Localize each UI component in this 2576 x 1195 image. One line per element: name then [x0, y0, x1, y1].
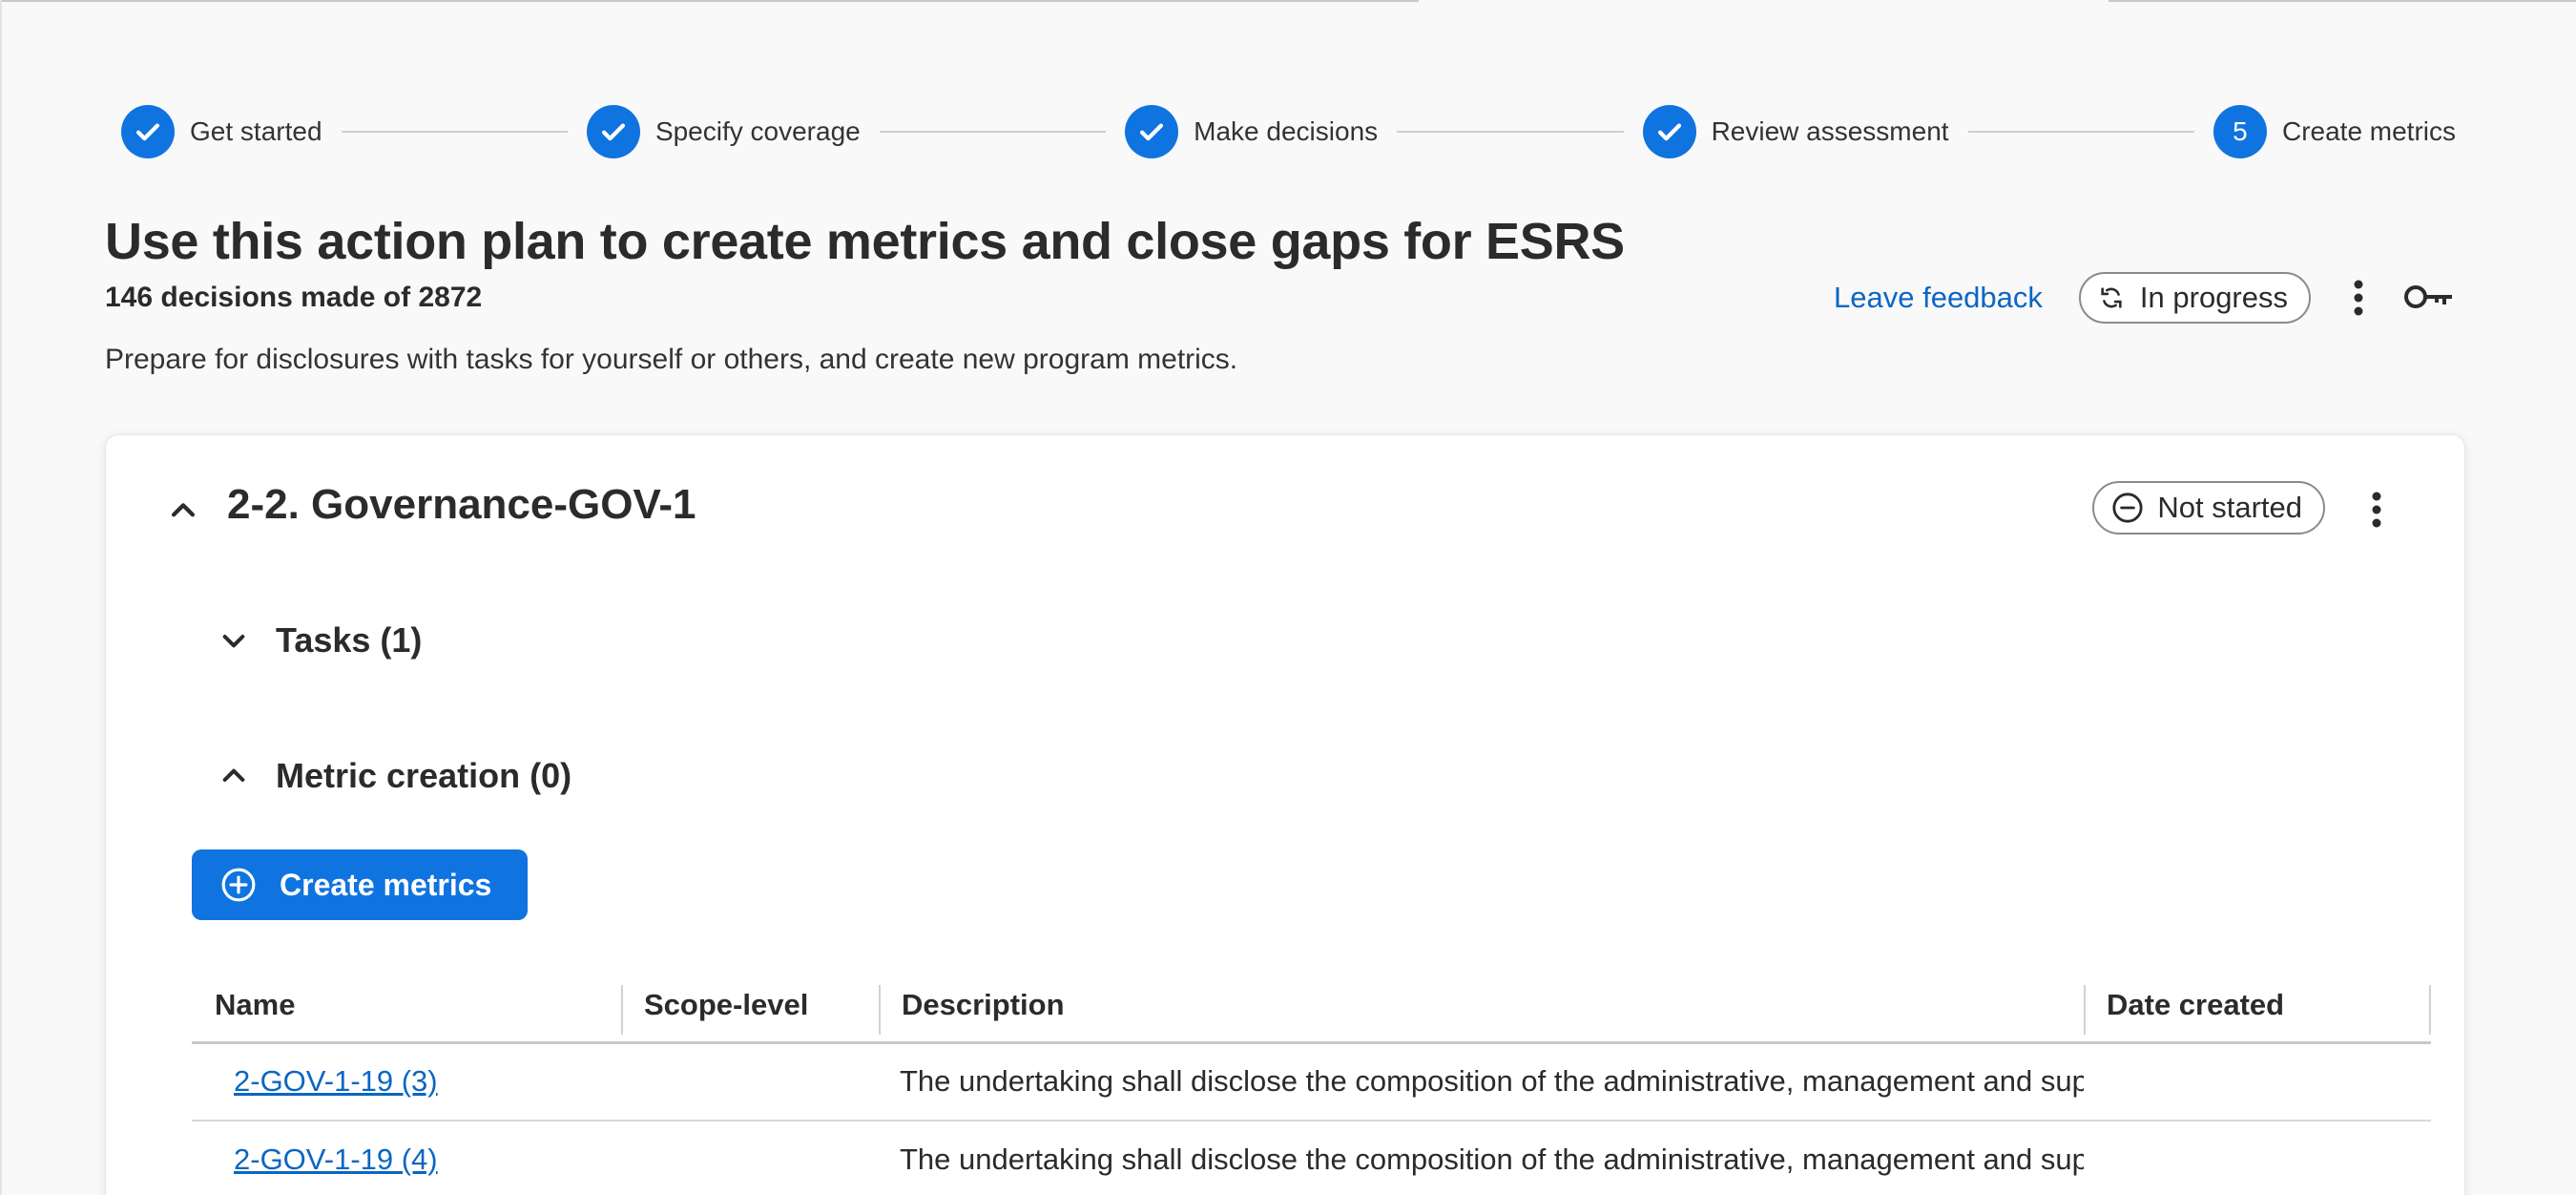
step-review-assessment[interactable]: Review assessment [1642, 105, 1949, 158]
column-header-description[interactable]: Description [879, 970, 2084, 1044]
step-create-metrics[interactable]: 5 Create metrics [2212, 105, 2457, 158]
step-connector [1967, 131, 2194, 133]
scope-cell [621, 1121, 879, 1195]
chevron-up-icon [222, 768, 245, 782]
metric-creation-section-toggle[interactable]: Metric creation (0) [218, 756, 571, 796]
description-cell: The undertaking shall disclose the compo… [879, 1042, 2084, 1122]
metric-link[interactable]: 2-GOV-1-19 (4) [234, 1143, 438, 1176]
check-icon [1642, 105, 1696, 158]
status-label: In progress [2139, 281, 2288, 314]
key-icon[interactable] [2402, 277, 2456, 317]
step-label: Specify coverage [654, 116, 861, 146]
check-icon [586, 105, 640, 158]
top-divider [0, 0, 1419, 2]
step-label: Get started [190, 116, 322, 146]
page-title: Use this action plan to create metrics a… [105, 213, 1625, 270]
tasks-section-title: Tasks (1) [276, 620, 423, 660]
column-header-date-created[interactable]: Date created [2084, 970, 2431, 1044]
scope-cell [621, 1042, 879, 1122]
action-card: 2-2. Governance-GOV-1 Not started Tasks … [105, 434, 2465, 1195]
card-status-badge[interactable]: Not started [2092, 481, 2325, 535]
card-more-options-button[interactable] [2358, 483, 2396, 536]
minus-circle-icon [2112, 493, 2143, 523]
name-cell: 2-GOV-1-19 (3) [192, 1042, 621, 1122]
step-connector [1397, 131, 1624, 133]
check-icon [1125, 105, 1179, 158]
chevron-up-icon[interactable] [167, 494, 199, 527]
step-get-started[interactable]: Get started [121, 105, 322, 158]
create-metrics-label: Create metrics [280, 867, 492, 902]
step-connector [879, 131, 1107, 133]
leave-feedback-link[interactable]: Leave feedback [1834, 281, 2043, 315]
kebab-menu-icon [2372, 492, 2381, 528]
step-specify-coverage[interactable]: Specify coverage [586, 105, 861, 158]
header-actions: Leave feedback In progress [1834, 271, 2378, 325]
tasks-section-toggle[interactable]: Tasks (1) [218, 620, 422, 660]
card-status-label: Not started [2157, 491, 2302, 524]
metric-creation-section-title: Metric creation (0) [276, 756, 572, 795]
step-make-decisions[interactable]: Make decisions [1125, 105, 1378, 158]
description-cell: The undertaking shall disclose the compo… [879, 1121, 2084, 1195]
chevron-down-icon [222, 635, 245, 648]
top-divider-right [2109, 0, 2576, 2]
create-metrics-button[interactable]: Create metrics [192, 849, 528, 920]
table-row: 2-GOV-1-19 (4) The undertaking shall dis… [192, 1121, 2431, 1195]
date-cell [2084, 1121, 2431, 1195]
column-header-scope-level[interactable]: Scope-level [621, 970, 879, 1044]
name-cell: 2-GOV-1-19 (4) [192, 1121, 621, 1195]
card-title: 2-2. Governance-GOV-1 [227, 481, 696, 528]
decisions-count: 146 decisions made of 2872 [105, 282, 483, 313]
step-label: Make decisions [1194, 116, 1379, 146]
step-label: Create metrics [2281, 116, 2457, 146]
progress-stepper: Get started Specify coverage Make decisi… [121, 105, 2456, 158]
column-header-name[interactable]: Name [192, 970, 621, 1044]
step-number-badge: 5 [2212, 105, 2267, 158]
check-icon [121, 105, 175, 158]
more-options-button[interactable] [2339, 271, 2378, 325]
step-label: Review assessment [1711, 116, 1949, 146]
plus-circle-icon [221, 868, 256, 902]
table-header-row: Name Scope-level Description Date create… [192, 970, 2431, 1044]
kebab-menu-icon [2354, 280, 2363, 316]
metrics-table: Name Scope-level Description Date create… [192, 970, 2431, 1195]
status-badge[interactable]: In progress [2078, 272, 2311, 324]
page-description: Prepare for disclosures with tasks for y… [105, 344, 1238, 375]
left-divider [0, 0, 2, 1195]
metric-link[interactable]: 2-GOV-1-19 (3) [234, 1064, 438, 1098]
sync-icon [2101, 287, 2122, 308]
step-connector [341, 131, 568, 133]
table-row: 2-GOV-1-19 (3) The undertaking shall dis… [192, 1042, 2431, 1122]
date-cell [2084, 1042, 2431, 1122]
